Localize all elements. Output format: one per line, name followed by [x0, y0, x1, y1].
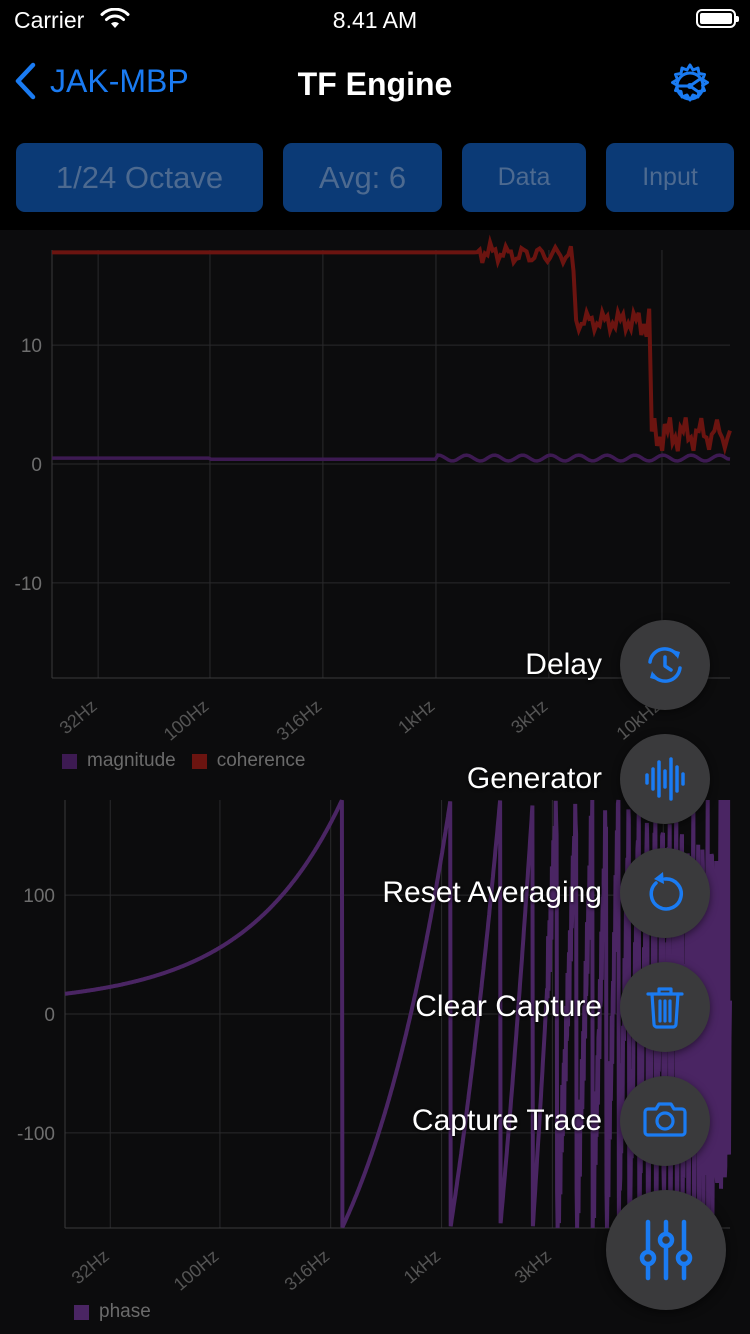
capture-trace-button[interactable] [620, 1076, 710, 1166]
phase-swatch [74, 1304, 89, 1320]
y-tick-label: 0 [31, 455, 42, 476]
delay-clock-icon [648, 647, 682, 683]
y-tick-label: 100 [23, 886, 55, 907]
chart2-legend: phase [74, 1301, 167, 1323]
chart1-legend: magnitude coherence [62, 750, 321, 772]
delay-button[interactable] [620, 620, 710, 710]
legend-item-coherence: coherence [191, 750, 306, 772]
coherence-swatch [191, 753, 207, 769]
clear-capture-label: Clear Capture [415, 990, 602, 1023]
delay-label: Delay [525, 648, 602, 681]
input-button[interactable]: Input [606, 143, 734, 212]
generator-button[interactable] [620, 734, 710, 824]
fab-item-clear-capture[interactable]: Clear Capture [415, 962, 710, 1052]
reset-averaging-button[interactable] [620, 848, 710, 938]
reset-averaging-label: Reset Averaging [382, 876, 602, 909]
average-button[interactable]: Avg: 6 [283, 143, 442, 212]
trash-icon [646, 987, 684, 1029]
clear-capture-button[interactable] [620, 962, 710, 1052]
status-bar: Carrier 8.41 AM [0, 0, 750, 40]
page-title: TF Engine [297, 66, 453, 102]
series-line-coherence [52, 234, 732, 456]
resolution-button[interactable]: 1/24 Octave [16, 143, 263, 212]
y-tick-label: 0 [44, 1005, 55, 1026]
navigation-bar: JAK-MBP TF Engine [0, 44, 750, 124]
x-tick-label: 3kHz [511, 1246, 555, 1288]
settings-gear-icon[interactable] [666, 62, 714, 115]
generator-label: Generator [466, 762, 602, 795]
fab-item-generator[interactable]: Generator [466, 734, 710, 824]
waveform-icon [645, 757, 685, 801]
fab-item-reset-averaging[interactable]: Reset Averaging [382, 848, 710, 938]
legend-label-phase: phase [99, 1301, 151, 1322]
x-tick-label: 316Hz [273, 696, 326, 745]
fab-item-delay[interactable]: Delay [525, 620, 710, 710]
camera-icon [643, 1102, 687, 1137]
x-tick-label: 100Hz [160, 696, 213, 745]
reset-arrow-icon [649, 872, 683, 911]
sliders-icon [639, 1219, 693, 1281]
legend-label-coherence: coherence [216, 750, 306, 771]
legend-item-phase: phase [74, 1301, 151, 1323]
x-tick-label: 32Hz [56, 696, 101, 738]
capture-trace-label: Capture Trace [411, 1104, 602, 1137]
series-line-magnitude [52, 453, 731, 463]
tools-menu-button[interactable] [606, 1190, 726, 1310]
x-tick-label: 1kHz [394, 696, 438, 738]
x-tick-label: 100Hz [170, 1246, 223, 1295]
y-tick-label: -10 [15, 574, 42, 595]
x-tick-label: 316Hz [281, 1246, 334, 1295]
legend-label-magnitude: magnitude [87, 750, 176, 771]
battery-icon [696, 9, 739, 28]
x-tick-label: 32Hz [68, 1246, 113, 1288]
data-button[interactable]: Data [462, 143, 586, 212]
toolbar: 1/24 Octave Avg: 6 Data Input [0, 143, 750, 215]
y-tick-label: 10 [21, 336, 42, 357]
magnitude-swatch [62, 753, 77, 769]
y-tick-label: -100 [17, 1124, 55, 1145]
legend-item-magnitude: magnitude [62, 750, 176, 772]
clock: 8.41 AM [332, 7, 418, 33]
fab-item-capture-trace[interactable]: Capture Trace [411, 1076, 710, 1166]
x-tick-label: 1kHz [400, 1246, 444, 1288]
